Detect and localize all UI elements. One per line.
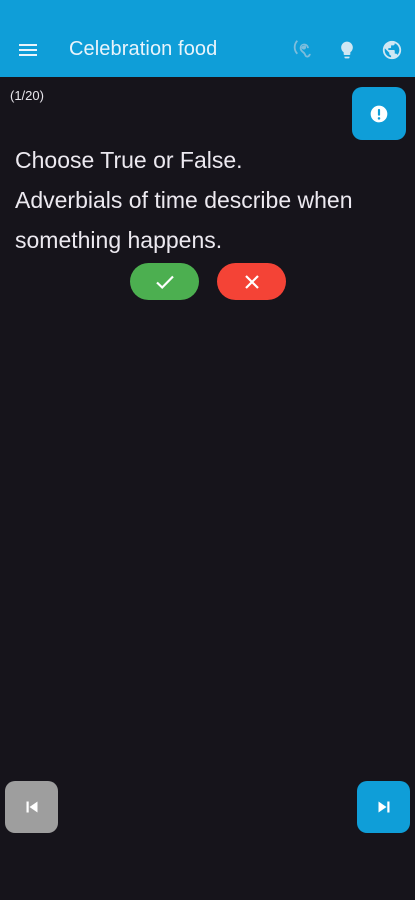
next-button[interactable] bbox=[357, 781, 410, 833]
skip-previous-icon bbox=[26, 801, 37, 813]
lightbulb-icon bbox=[341, 41, 353, 59]
question-text: Choose True or False. Adverbials of time… bbox=[15, 140, 410, 260]
previous-button[interactable] bbox=[5, 781, 58, 833]
menu-button[interactable] bbox=[12, 34, 44, 66]
instruction-line: Choose True or False. bbox=[15, 147, 243, 173]
question-counter: (1/20) bbox=[10, 88, 44, 103]
check-icon bbox=[155, 275, 174, 289]
listen-button[interactable] bbox=[287, 35, 317, 65]
menu-icon bbox=[19, 44, 37, 56]
close-icon bbox=[244, 274, 259, 289]
hearing-icon bbox=[293, 40, 311, 58]
false-button[interactable] bbox=[217, 263, 286, 300]
app-bar: Celebration food bbox=[0, 0, 415, 77]
statement-line: Adverbials of time describe when somethi… bbox=[15, 187, 353, 253]
report-button[interactable] bbox=[352, 87, 406, 140]
alert-icon bbox=[370, 105, 388, 122]
hint-button[interactable] bbox=[332, 35, 362, 65]
skip-next-icon bbox=[378, 801, 389, 813]
language-button[interactable] bbox=[377, 35, 407, 65]
page-title: Celebration food bbox=[69, 38, 218, 60]
globe-icon bbox=[382, 40, 402, 60]
true-button[interactable] bbox=[130, 263, 199, 300]
